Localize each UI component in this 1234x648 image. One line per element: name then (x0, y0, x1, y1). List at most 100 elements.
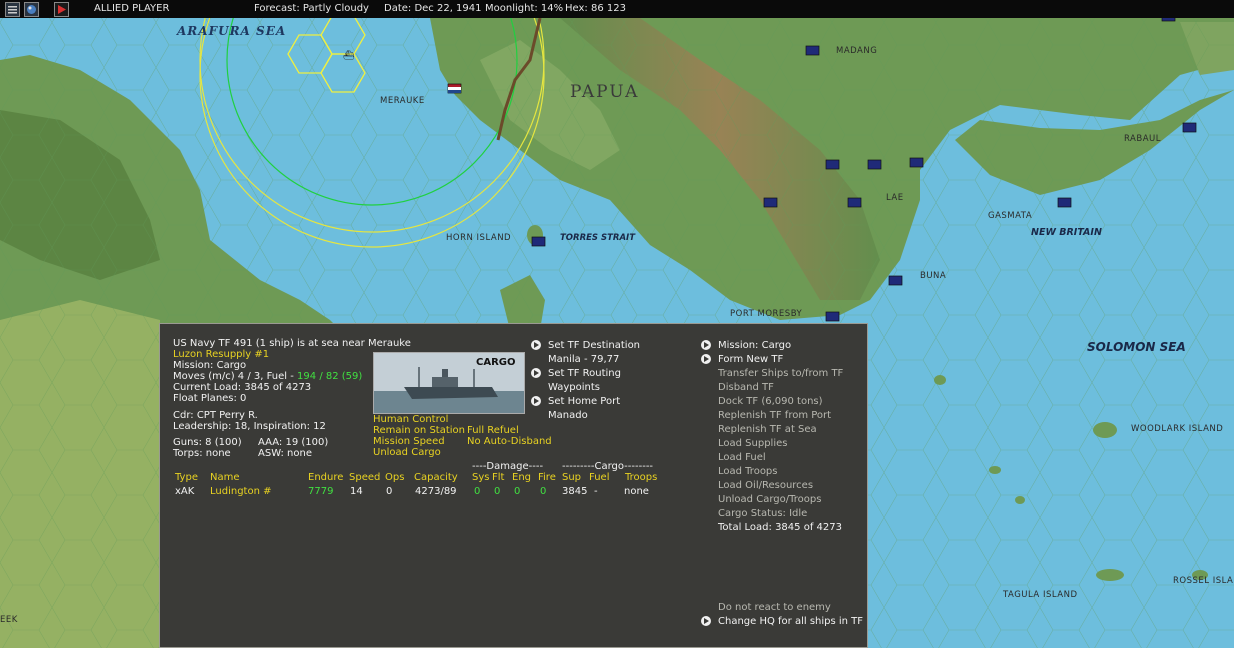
ship-troops: none (624, 486, 649, 497)
end-turn-icon[interactable] (54, 2, 69, 17)
arrow-right-icon (531, 340, 541, 350)
col-capacity[interactable]: Capacity (414, 472, 458, 484)
label-solomon-sea: SOLOMON SEA (1087, 340, 1186, 354)
ship-type-label: CARGO (476, 357, 516, 368)
replenish-sea-button[interactable]: Replenish TF at Sea (718, 424, 817, 436)
waypoints-button[interactable]: Waypoints (548, 382, 600, 394)
label-rabaul: RABAUL (1124, 134, 1161, 144)
australian-flag-icon[interactable] (805, 45, 820, 56)
label-new-britain: NEW BRITAIN (1031, 227, 1102, 238)
col-flt[interactable]: Flt (492, 472, 504, 484)
australian-flag-icon[interactable] (531, 236, 546, 247)
tf-destination-value: Manila - 79,77 (548, 354, 620, 365)
form-new-tf-button[interactable]: Form New TF (718, 354, 783, 366)
label-torres-strait: TORRES STRAIT (560, 233, 636, 243)
australian-flag-icon[interactable] (1057, 197, 1072, 208)
player-side: ALLIED PLAYER (94, 3, 170, 14)
arrow-right-icon (701, 354, 711, 364)
label-edge-left: EEK (0, 615, 18, 625)
col-fuel[interactable]: Fuel (589, 472, 609, 484)
col-ops[interactable]: Ops (385, 472, 404, 484)
setting-no-auto-disband[interactable]: No Auto-Disband (467, 436, 552, 448)
col-speed[interactable]: Speed (349, 472, 380, 484)
australian-flag-icon[interactable] (1182, 122, 1197, 133)
dutch-flag-stripe (448, 90, 461, 93)
label-merauke: MERAUKE (380, 96, 425, 106)
label-horn-island: HORN ISLAND (446, 233, 511, 243)
moonlight: Moonlight: 14% (485, 3, 564, 14)
arrow-right-icon (531, 396, 541, 406)
australian-flag-icon[interactable] (909, 157, 924, 168)
tf-fuel-value: 194 / 82 (59) (297, 371, 363, 382)
label-lae: LAE (886, 193, 904, 203)
col-name[interactable]: Name (210, 472, 240, 484)
globe-icon (27, 5, 36, 14)
col-eng[interactable]: Eng (512, 472, 531, 484)
ship-image[interactable]: CARGO (373, 352, 525, 414)
tf-torps: Torps: none (173, 448, 231, 459)
col-troops[interactable]: Troops (625, 472, 657, 484)
play-icon (58, 5, 66, 14)
tf-leadership: Leadership: 18, Inspiration: 12 (173, 421, 326, 432)
col-sys[interactable]: Sys (472, 472, 489, 484)
replenish-port-button[interactable]: Replenish TF from Port (718, 410, 831, 422)
col-endure[interactable]: Endure (308, 472, 343, 484)
ship-sys-damage: 0 (474, 486, 481, 497)
tf-asw: ASW: none (258, 448, 312, 459)
australian-flag-icon[interactable] (867, 159, 882, 170)
set-home-port-button[interactable]: Set Home Port (548, 396, 620, 408)
mission-cargo-button[interactable]: Mission: Cargo (718, 340, 791, 352)
unload-cargo-troops-button[interactable]: Unload Cargo/Troops (718, 494, 821, 506)
dock-tf-button[interactable]: Dock TF (6,090 tons) (718, 396, 823, 408)
do-not-react-toggle[interactable]: Do not react to enemy (718, 602, 831, 614)
cargo-status: Cargo Status: Idle (718, 508, 808, 519)
label-arafura-sea: ARAFURA SEA (176, 24, 286, 38)
label-port-moresby: PORT MORESBY (730, 309, 803, 319)
ship-flt-damage: 0 (494, 486, 501, 497)
hex-coordinates: Hex: 86 123 (565, 3, 626, 14)
australian-flag-icon[interactable] (825, 311, 840, 322)
australian-flag-icon[interactable] (1161, 18, 1176, 22)
tf-float-planes: Float Planes: 0 (173, 393, 247, 404)
task-force-panel: US Navy TF 491 (1 ship) is at sea near M… (159, 323, 868, 648)
ship-name[interactable]: Ludington # (210, 486, 271, 498)
load-supplies-button[interactable]: Load Supplies (718, 438, 787, 450)
set-tf-routing-button[interactable]: Set TF Routing (548, 368, 621, 380)
ship-fuel: - (594, 486, 598, 497)
col-sup[interactable]: Sup (562, 472, 581, 484)
home-port-value: Manado (548, 410, 588, 421)
col-fire[interactable]: Fire (538, 472, 556, 484)
col-type[interactable]: Type (175, 472, 198, 484)
forecast: Forecast: Partly Cloudy (254, 3, 369, 14)
ship-fire-damage: 0 (540, 486, 547, 497)
label-rossel-island: ROSSEL ISLA (1173, 576, 1233, 586)
ship-eng-damage: 0 (514, 486, 521, 497)
set-tf-destination-button[interactable]: Set TF Destination (548, 340, 640, 352)
australian-flag-icon[interactable] (847, 197, 862, 208)
ship-ops: 0 (386, 486, 393, 497)
map-view-icon[interactable] (24, 2, 39, 17)
ship-type: xAK (175, 486, 195, 497)
transfer-ships-button[interactable]: Transfer Ships to/from TF (718, 368, 843, 380)
change-hq-button[interactable]: Change HQ for all ships in TF (718, 616, 863, 628)
arrow-right-icon (701, 616, 711, 626)
load-oil-button[interactable]: Load Oil/Resources (718, 480, 813, 492)
ship-capacity: 4273/89 (415, 486, 457, 497)
disband-tf-button[interactable]: Disband TF (718, 382, 774, 394)
setting-unload-cargo[interactable]: Unload Cargo (373, 447, 441, 459)
label-gasmata: GASMATA (988, 211, 1032, 221)
australian-flag-icon[interactable] (763, 197, 778, 208)
top-status-bar: ALLIED PLAYER Forecast: Partly Cloudy Da… (0, 0, 1234, 18)
australian-flag-icon[interactable] (825, 159, 840, 170)
load-troops-button[interactable]: Load Troops (718, 466, 778, 478)
menu-icon[interactable] (5, 2, 20, 17)
total-load: Total Load: 3845 of 4273 (718, 522, 842, 533)
label-woodlark-island: WOODLARK ISLAND (1131, 424, 1223, 434)
load-fuel-button[interactable]: Load Fuel (718, 452, 766, 464)
ship-speed: 14 (350, 486, 363, 497)
label-madang: MADANG (836, 46, 877, 56)
arrow-right-icon (701, 340, 711, 350)
australian-flag-icon[interactable] (888, 275, 903, 286)
tf-moves-label: Moves (m/c) 4 / 3, Fuel - (173, 371, 298, 382)
task-force-icon[interactable]: ⛴ (343, 50, 355, 61)
